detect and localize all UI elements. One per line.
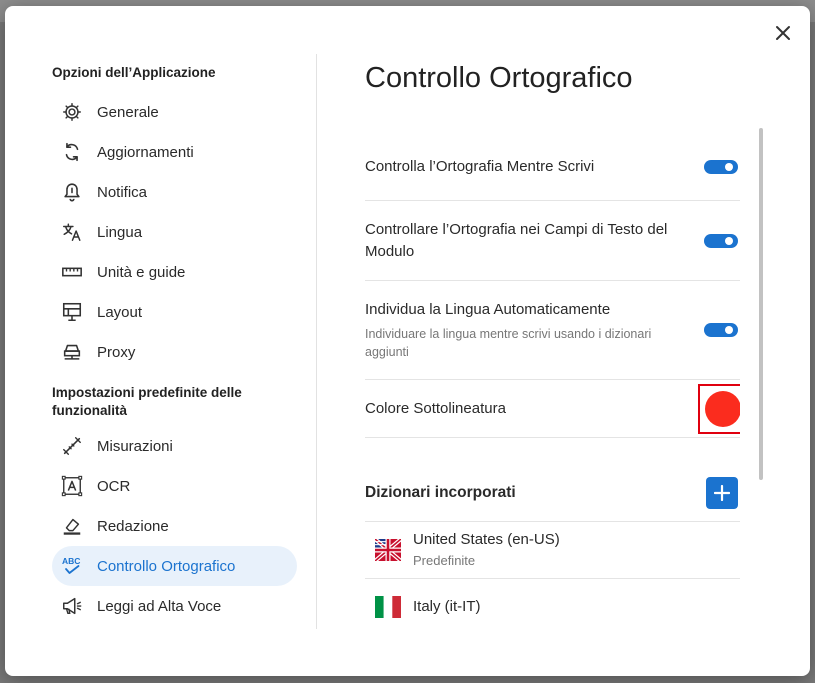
sidebar-item-leggi-ad-alta-voce[interactable]: Leggi ad Alta Voce: [52, 586, 297, 626]
sidebar-item-redazione[interactable]: Redazione: [52, 506, 297, 546]
setting-label: Controlla l’Ortografia Mentre Scrivi: [365, 158, 595, 175]
sidebar-item-label: Leggi ad Alta Voce: [97, 597, 222, 615]
sidebar-item-aggiornamenti[interactable]: Aggiornamenti: [52, 132, 297, 172]
sidebar-item-label: Controllo Ortografico: [97, 557, 236, 575]
settings-dialog: Opzioni dell’Applicazione Generale Aggio…: [5, 6, 810, 676]
color-swatch: [705, 390, 740, 427]
dictionaries-title: Dizionari incorporati: [365, 483, 516, 501]
sidebar-section-title: Impostazioni predefinite delle funzional…: [52, 385, 242, 418]
add-dictionary-button[interactable]: [706, 476, 738, 509]
spellcheck-form-fields-toggle[interactable]: [704, 233, 738, 248]
ruler-icon: [60, 260, 84, 284]
bell-icon: [60, 180, 84, 204]
sidebar-item-controllo-ortografico[interactable]: ABC Controllo Ortografico: [52, 546, 297, 586]
toggle-knob: [725, 236, 733, 245]
sidebar-divider: [316, 54, 317, 629]
megaphone-icon: [60, 594, 84, 618]
sidebar-item-generale[interactable]: Generale: [52, 92, 297, 132]
scrollbar[interactable]: [759, 128, 763, 480]
sidebar-item-label: Misurazioni: [97, 437, 173, 455]
svg-text:ABC: ABC: [62, 556, 80, 566]
sidebar-item-unita-e-guide[interactable]: Unità e guide: [52, 252, 297, 292]
plus-icon: [714, 484, 730, 501]
sidebar-item-label: Generale: [97, 103, 159, 121]
flag-italy-icon: [375, 596, 401, 618]
sidebar-item-label: Redazione: [97, 517, 169, 535]
close-icon: [776, 26, 790, 40]
proxy-icon: [60, 340, 84, 364]
setting-row: Controlla l’Ortografia Mentre Scrivi: [365, 134, 740, 201]
setting-label: Controllare l’Ortografia nei Campi di Te…: [365, 220, 668, 260]
sidebar-item-label: Notifica: [97, 183, 148, 201]
flag-uk-icon: [375, 539, 401, 561]
page-title: Controllo Ortografico: [365, 62, 633, 94]
gear-icon: [60, 100, 84, 124]
sidebar-item-lingua[interactable]: Lingua: [52, 212, 297, 252]
toggle-knob: [725, 326, 733, 334]
setting-row: Controllare l’Ortografia nei Campi di Te…: [365, 201, 740, 281]
sidebar-item-label: Aggiornamenti: [97, 143, 194, 161]
setting-label: Individua la Lingua Automaticamente: [365, 301, 611, 318]
dictionary-name: Italy (it-IT): [413, 598, 481, 615]
close-button[interactable]: [770, 20, 796, 46]
sidebar-section-title: Opzioni dell’Applicazione: [52, 65, 216, 80]
sidebar-item-proxy[interactable]: Proxy: [52, 332, 297, 372]
sidebar-item-label: Layout: [97, 303, 143, 321]
ocr-icon: [60, 474, 84, 498]
sidebar-item-layout[interactable]: Layout: [52, 292, 297, 332]
sidebar-item-misurazioni[interactable]: Misurazioni: [52, 426, 297, 466]
setting-label: Colore Sottolineatura: [365, 399, 506, 417]
spellcheck-icon: ABC: [60, 554, 84, 578]
setting-description: Individuare la lingua mentre scrivi usan…: [365, 327, 652, 359]
dictionary-name: United States (en-US): [413, 531, 560, 548]
sidebar-item-label: Proxy: [97, 343, 136, 361]
translate-icon: [60, 220, 84, 244]
underline-color-picker[interactable]: [698, 383, 740, 434]
spellcheck-typing-toggle[interactable]: [704, 160, 738, 174]
sidebar: Opzioni dell’Applicazione Generale Aggio…: [52, 54, 297, 644]
dictionary-default-label: Predefinite: [413, 553, 476, 568]
sidebar-item-ocr[interactable]: OCR: [52, 466, 297, 506]
dictionaries-header: Dizionari incorporati: [365, 464, 740, 522]
sidebar-item-label: Unità e guide: [97, 263, 186, 281]
measure-icon: [60, 434, 84, 458]
main-content: Controllo Ortografico Controlla l’Ortogr…: [365, 54, 740, 634]
setting-row: Colore Sottolineatura: [365, 380, 740, 438]
auto-detect-language-toggle[interactable]: [704, 323, 738, 337]
sidebar-item-notifica[interactable]: Notifica: [52, 172, 297, 212]
sidebar-item-label: OCR: [97, 477, 131, 495]
setting-row: Individua la Lingua Automaticamente Indi…: [365, 281, 740, 380]
dictionary-item[interactable]: Italy (it-IT): [365, 579, 740, 634]
dictionary-item[interactable]: United States (en-US) Predefinite: [365, 522, 740, 579]
sync-icon: [60, 140, 84, 164]
layout-icon: [60, 300, 84, 324]
eraser-icon: [60, 514, 84, 538]
sidebar-item-label: Lingua: [97, 223, 143, 241]
toggle-knob: [725, 163, 733, 171]
